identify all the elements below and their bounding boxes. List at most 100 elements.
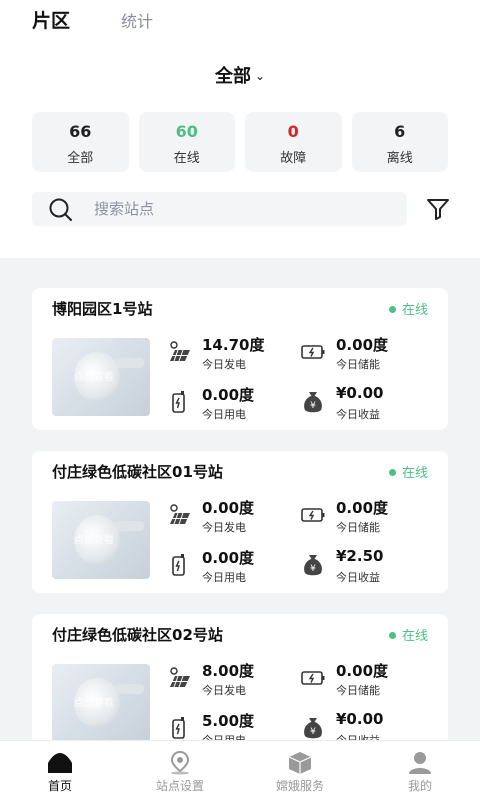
metric-generation: 0.00度 今日发电: [166, 497, 286, 537]
status-summary: 66 全部 60 在线 0 故障 6 离线: [32, 112, 448, 172]
metric-storage: 0.00度 今日储能: [300, 334, 420, 374]
stat-all[interactable]: 66 全部: [32, 112, 129, 172]
generation-value: 0.00度: [202, 499, 255, 517]
stat-offline-label: 离线: [386, 151, 413, 166]
storage-value: 0.00度: [336, 662, 389, 680]
usage-label: 今日用电: [202, 732, 246, 740]
search-bar: [32, 192, 407, 226]
tab-statistics[interactable]: 统计: [121, 8, 153, 32]
status-badge: 在线: [388, 299, 428, 318]
usage-value: 0.00度: [202, 549, 255, 567]
box-icon: [288, 752, 312, 774]
nav-mine-label: 我的: [407, 779, 432, 793]
user-icon: [409, 752, 431, 774]
station-thumbnail[interactable]: 点击查看: [52, 501, 150, 579]
thumbnail-watermark: 点击查看: [74, 535, 114, 546]
storage-value: 0.00度: [336, 499, 389, 517]
usage-value: 5.00度: [202, 712, 255, 730]
station-card[interactable]: 付庄绿色低碳社区02号站 在线 点击查看 8.00度 今日发电 0.00度 今日…: [32, 614, 448, 740]
solar-panel-icon: [170, 667, 190, 688]
status-text: 在线: [401, 629, 428, 644]
home-icon: [48, 753, 72, 773]
money-bag-icon: ¥: [304, 392, 322, 413]
location-pin-icon: [170, 751, 190, 775]
nav-station-settings-label: 站点设置: [155, 779, 204, 793]
status-text: 在线: [401, 303, 428, 318]
generation-value: 8.00度: [202, 662, 255, 680]
stat-online[interactable]: 60 在线: [138, 112, 235, 172]
metric-usage: 5.00度 今日用电: [166, 710, 286, 740]
nav-mine[interactable]: 我的: [360, 741, 480, 800]
stat-all-label: 全部: [67, 151, 94, 166]
region-label: 全部: [214, 66, 251, 87]
generation-label: 今日发电: [202, 684, 246, 697]
money-bag-icon: ¥: [304, 555, 322, 576]
metric-storage: 0.00度 今日储能: [300, 660, 420, 700]
station-name: 博阳园区1号站: [52, 300, 153, 318]
search-icon: [49, 198, 72, 221]
svg-text:¥: ¥: [310, 564, 316, 574]
status-badge: 在线: [388, 625, 428, 644]
plug-icon: [172, 391, 185, 413]
station-list: 博阳园区1号站 在线 点击查看 14.70度 今日发电 0.00度 今日储能 0…: [0, 258, 480, 740]
usage-label: 今日用电: [202, 408, 246, 421]
metric-usage: 0.00度 今日用电: [166, 384, 286, 424]
usage-label: 今日用电: [202, 571, 246, 584]
battery-icon: [301, 508, 325, 522]
stat-offline[interactable]: 6 离线: [351, 112, 448, 172]
svg-text:¥: ¥: [310, 727, 316, 737]
bottom-nav: 首页 站点设置 嫦娥服务 我的: [0, 740, 480, 800]
region-selector[interactable]: 全部 ⌄: [0, 62, 480, 88]
generation-label: 今日发电: [202, 521, 246, 534]
thumbnail-watermark: 点击查看: [74, 372, 114, 383]
battery-icon: [301, 671, 325, 685]
storage-value: 0.00度: [336, 336, 389, 354]
station-thumbnail[interactable]: 点击查看: [52, 338, 150, 416]
metric-income: ¥ ¥0.00 今日收益: [300, 710, 420, 740]
plug-icon: [172, 717, 185, 739]
nav-home-label: 首页: [47, 779, 72, 793]
stat-online-count: 60: [175, 122, 198, 141]
nav-station-settings[interactable]: 站点设置: [120, 741, 240, 800]
income-label: 今日收益: [336, 571, 380, 584]
metric-income: ¥ ¥2.50 今日收益: [300, 547, 420, 587]
usage-value: 0.00度: [202, 386, 255, 404]
plug-icon: [172, 554, 185, 576]
stat-online-label: 在线: [173, 151, 200, 166]
money-bag-icon: ¥: [304, 718, 322, 739]
station-card[interactable]: 博阳园区1号站 在线 点击查看 14.70度 今日发电 0.00度 今日储能 0…: [32, 288, 448, 430]
tab-area[interactable]: 片区: [32, 6, 70, 33]
metric-generation: 14.70度 今日发电: [166, 334, 286, 374]
income-value: ¥0.00: [336, 384, 384, 402]
income-label: 今日收益: [336, 732, 380, 740]
generation-value: 14.70度: [202, 336, 265, 354]
station-thumbnail[interactable]: 点击查看: [52, 664, 150, 740]
top-tab-bar: 片区 统计: [0, 0, 480, 36]
status-text: 在线: [401, 466, 428, 481]
filter-icon[interactable]: [425, 196, 451, 222]
thumbnail-watermark: 点击查看: [74, 698, 114, 709]
metric-storage: 0.00度 今日储能: [300, 497, 420, 537]
metric-generation: 8.00度 今日发电: [166, 660, 286, 700]
storage-label: 今日储能: [336, 521, 380, 534]
stat-fault-count: 0: [287, 122, 299, 141]
metric-income: ¥ ¥0.00 今日收益: [300, 384, 420, 424]
storage-label: 今日储能: [336, 684, 380, 697]
nav-service[interactable]: 嫦娥服务: [240, 741, 360, 800]
generation-label: 今日发电: [202, 358, 246, 371]
stat-fault-label: 故障: [280, 151, 307, 166]
nav-home[interactable]: 首页: [0, 741, 120, 800]
station-name: 付庄绿色低碳社区02号站: [52, 626, 223, 644]
station-name: 付庄绿色低碳社区01号站: [52, 463, 223, 481]
search-input[interactable]: [94, 196, 394, 222]
battery-icon: [301, 345, 325, 359]
svg-text:¥: ¥: [310, 401, 316, 411]
status-badge: 在线: [388, 462, 428, 481]
chevron-down-icon: ⌄: [254, 69, 266, 83]
solar-panel-icon: [170, 341, 190, 362]
income-value: ¥2.50: [336, 547, 384, 565]
income-value: ¥0.00: [336, 710, 384, 728]
station-card[interactable]: 付庄绿色低碳社区01号站 在线 点击查看 0.00度 今日发电 0.00度 今日…: [32, 451, 448, 593]
stat-fault[interactable]: 0 故障: [245, 112, 342, 172]
stat-offline-count: 6: [394, 122, 406, 141]
